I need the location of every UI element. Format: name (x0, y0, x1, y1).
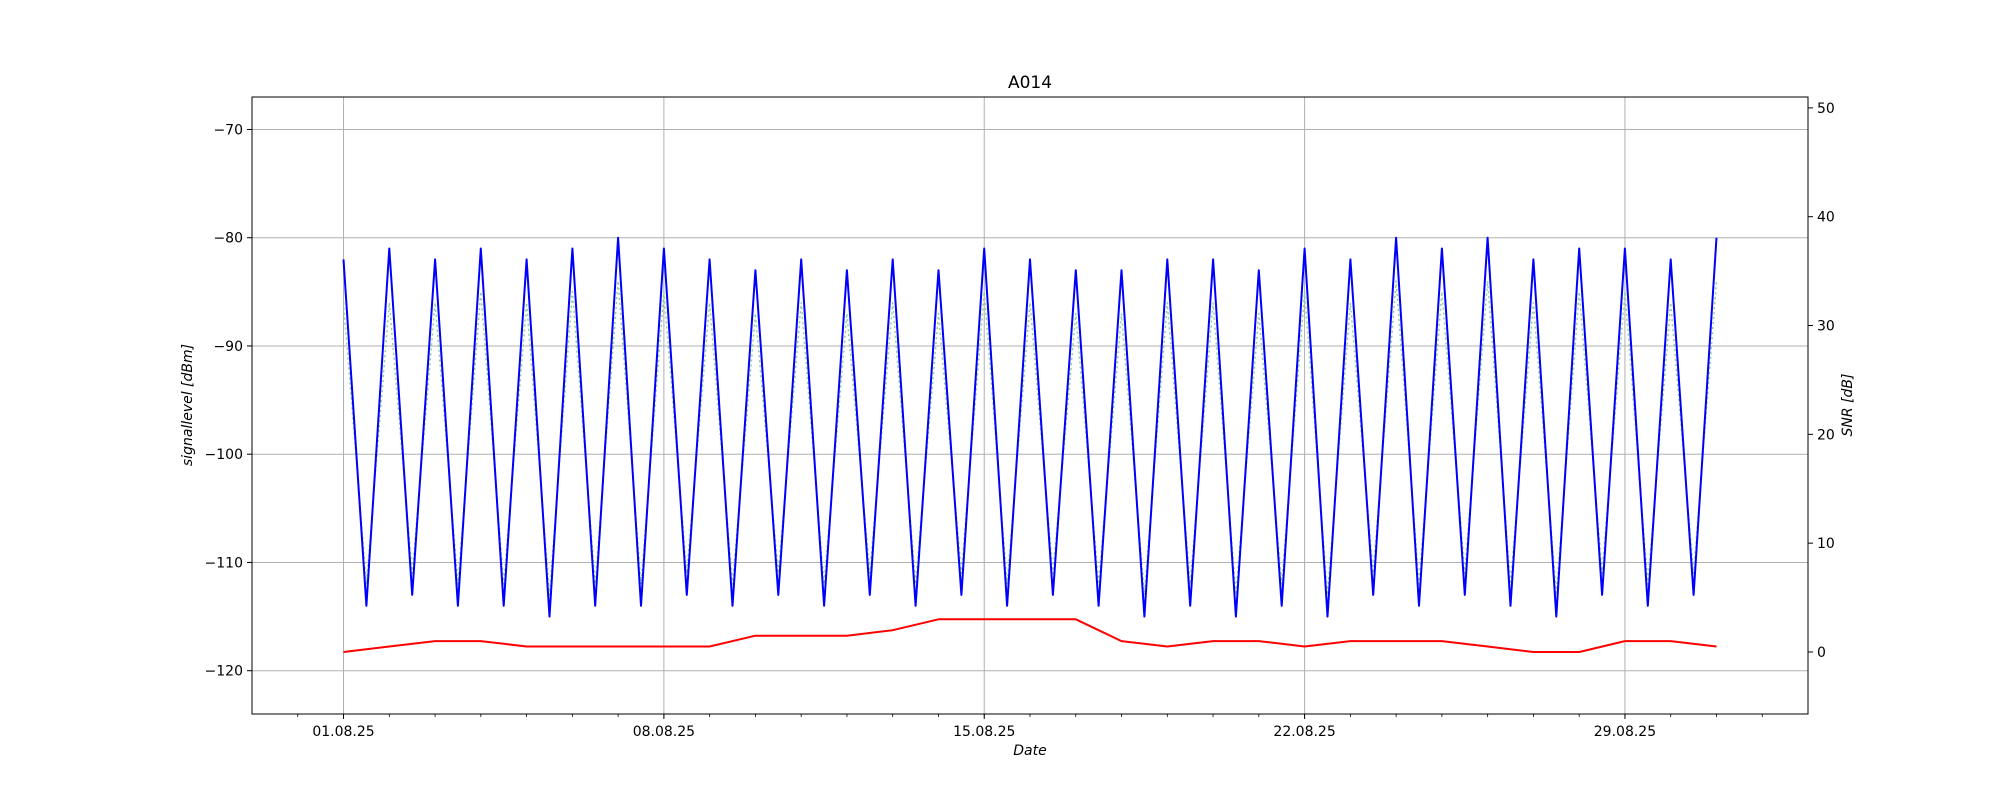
x-tick-label: 08.08.25 (633, 724, 695, 740)
y-axis-left-label: signallevel [dBm] (180, 344, 196, 466)
plot-frame (251, 96, 1809, 715)
x-tick-label: 01.08.25 (312, 724, 374, 740)
y-right-tick-label: 50 (1817, 101, 1835, 117)
y-right-tick-label: 10 (1817, 536, 1835, 552)
chart-title: A014 (1008, 73, 1052, 93)
grid-lines (252, 97, 1808, 714)
y-left-tick-label: −80 (213, 231, 243, 247)
y-right-tick-label: 0 (1817, 645, 1826, 661)
signal-snr-chart: A014 01.08.25 08.08.25 15.08.25 22.08.25 29.… (180, 73, 1856, 759)
x-axis-label: Date (1013, 743, 1046, 759)
y-right-tick-label: 20 (1817, 427, 1835, 443)
y-right-tick-label: 30 (1817, 319, 1835, 335)
reference-series (342, 280, 1718, 596)
y-left-tick-label: −120 (205, 664, 243, 680)
y-axis-right-label: SNR [dB] (1840, 374, 1856, 437)
y-left-tick-label: −100 (205, 447, 243, 463)
x-tick-label: 22.08.25 (1273, 724, 1335, 740)
series-layer (342, 236, 1718, 653)
x-tick-label: 29.08.25 (1594, 724, 1656, 740)
y-axis-left: −70 −80 −90 −100 −110 −120 (205, 122, 252, 680)
x-tick-label: 15.08.25 (953, 724, 1015, 740)
snr-series (343, 618, 1717, 653)
y-left-tick-label: −110 (205, 555, 243, 571)
y-axis-right: 50 40 30 20 10 0 (1808, 101, 1835, 661)
y-left-tick-label: −90 (213, 339, 243, 355)
signal-level-series (342, 236, 1718, 618)
x-axis: 01.08.25 08.08.25 15.08.25 22.08.25 29.08.25 (297, 714, 1763, 740)
y-left-tick-label: −70 (213, 122, 243, 138)
y-right-tick-label: 40 (1817, 210, 1835, 226)
